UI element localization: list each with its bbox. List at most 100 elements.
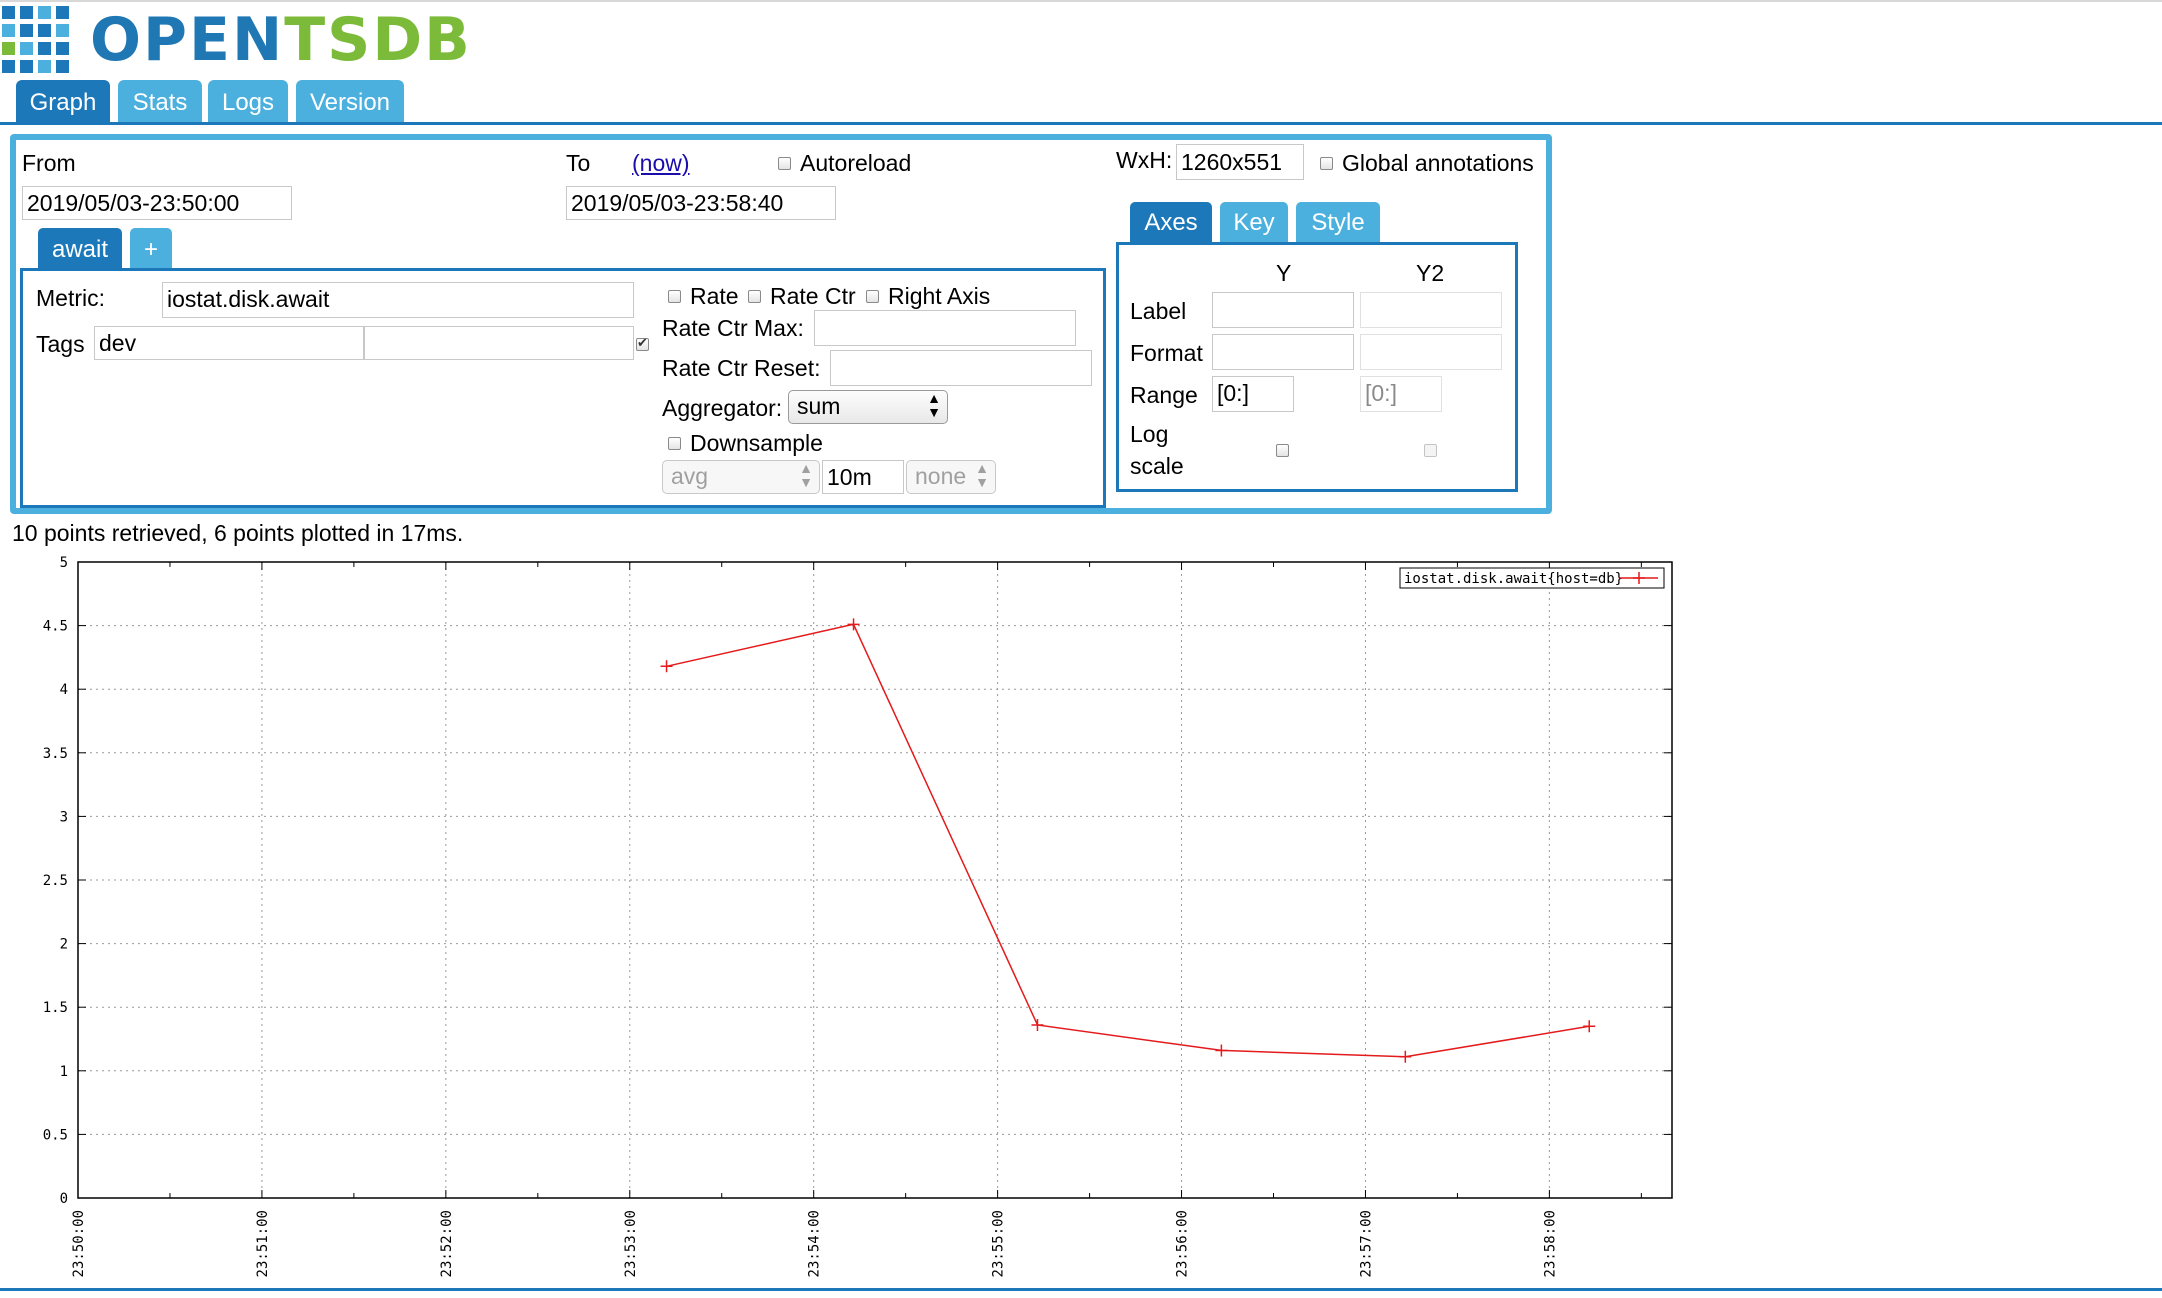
series-layer: [660, 618, 1596, 1063]
x-tick-label: 23:54:00: [807, 1210, 823, 1277]
tag-group-checkbox[interactable]: [636, 335, 649, 351]
metric-label: Metric:: [36, 285, 105, 311]
y2-label-field[interactable]: [1360, 292, 1502, 328]
x-tick-label: 23:58:00: [1542, 1210, 1558, 1277]
downsample-checkbox[interactable]: [668, 437, 681, 450]
y-log-scale-checkbox[interactable]: [1276, 444, 1289, 457]
y-range-field[interactable]: [0:]: [1212, 376, 1294, 412]
logo-tsdb: TSDB: [284, 5, 472, 75]
metric-tab-await[interactable]: await: [38, 228, 122, 270]
y-tick-label: 4.5: [43, 619, 68, 635]
now-link[interactable]: (now): [632, 149, 690, 177]
y2-axis-header: Y2: [1416, 260, 1445, 286]
opentsdb-logo-text: OPENTSDB: [90, 8, 472, 72]
autoreload-checkbox[interactable]: [778, 157, 791, 170]
rate-ctr-reset-label: Rate Ctr Reset:: [662, 355, 821, 381]
y-tick-label: 0: [60, 1191, 68, 1207]
rate-checkbox[interactable]: [668, 290, 681, 303]
tab-graph[interactable]: Graph: [16, 80, 110, 124]
y2-range-field[interactable]: [0:]: [1360, 376, 1442, 412]
x-tick-label: 23:57:00: [1358, 1210, 1374, 1277]
data-point: [660, 660, 673, 673]
autoreload-label: Autoreload: [800, 150, 912, 176]
aggregator-select[interactable]: sum ▲ ▼: [788, 390, 948, 424]
y-tick-label: 5: [60, 555, 68, 571]
axis-format-label: Format: [1130, 340, 1203, 366]
opentsdb-logo-icon: [2, 6, 69, 73]
top-border: [0, 0, 2162, 2]
downsample-interval-field[interactable]: 10m: [822, 460, 904, 494]
x-tick-label: 23:52:00: [439, 1210, 455, 1277]
downsample-aggregator-select[interactable]: avg ▲ ▼: [662, 460, 820, 494]
data-point: [1583, 1020, 1596, 1033]
y-label-field[interactable]: [1212, 292, 1354, 328]
status-text: 10 points retrieved, 6 points plotted in…: [12, 520, 464, 546]
y2-log-scale-checkbox[interactable]: [1424, 444, 1437, 457]
y-tick-label: 2: [60, 937, 68, 953]
tags-label: Tags: [36, 331, 85, 357]
rate-ctr-label: Rate Ctr: [770, 283, 856, 309]
y-tick-label: 0.5: [43, 1127, 68, 1143]
from-field[interactable]: 2019/05/03-23:50:00: [22, 186, 292, 220]
x-tick-label: 23:55:00: [991, 1210, 1007, 1277]
right-axis-checkbox[interactable]: [866, 290, 879, 303]
rate-ctr-max-label: Rate Ctr Max:: [662, 315, 804, 341]
to-label: To: [566, 150, 591, 176]
y-tick-label: 1.5: [43, 1000, 68, 1016]
rate-ctr-reset-field[interactable]: [830, 350, 1092, 386]
global-annotations-checkbox[interactable]: [1320, 157, 1333, 170]
y-axis-ticks: 0 0.5 1 1.5 2 2.5 3 3.5 4 4.5 5: [43, 555, 1672, 1207]
log-label-line2: scale: [1130, 453, 1184, 479]
tag-key-field[interactable]: dev: [94, 326, 364, 360]
graph-chart: 00.511.522.533.544.55 23:50:00 23:51:00 23…: [43, 555, 1673, 1277]
chart-legend: iostat.disk.await{host=db}: [1399, 567, 1665, 589]
tab-axes[interactable]: Axes: [1130, 202, 1212, 244]
plot-frame: [77, 561, 1673, 1199]
aggregator-value: sum: [797, 393, 841, 419]
y-format-field[interactable]: [1212, 334, 1354, 370]
data-point: [1031, 1019, 1044, 1032]
x-tick-label: 23:56:00: [1175, 1210, 1191, 1277]
tab-version[interactable]: Version: [296, 80, 404, 124]
select-arrows-icon: ▲ ▼: [799, 460, 813, 490]
logo-open: OPEN: [90, 5, 285, 75]
downsample-fill-value: none: [915, 463, 967, 489]
tag-value-field[interactable]: [364, 326, 634, 360]
right-axis-label: Right Axis: [888, 283, 991, 309]
x-tick-label: 23:53:00: [623, 1210, 639, 1277]
downsample-aggregator-value: avg: [671, 463, 709, 489]
x-tick-label: 23:50:00: [71, 1210, 87, 1277]
aggregator-label: Aggregator:: [662, 395, 783, 421]
y-tick-label: 3.5: [43, 746, 68, 762]
tab-rule: [0, 122, 2162, 125]
tab-logs[interactable]: Logs: [208, 80, 288, 124]
axis-range-label: Range: [1130, 382, 1198, 408]
data-point: [1215, 1044, 1228, 1057]
chart-grid: [78, 562, 1672, 1198]
log-label-line1: Log: [1130, 421, 1169, 447]
y2-format-field[interactable]: [1360, 334, 1502, 370]
downsample-fill-select[interactable]: none ▲ ▼: [906, 460, 996, 494]
bottom-rule: [0, 1288, 2162, 1291]
from-label: From: [22, 150, 76, 176]
tab-key[interactable]: Key: [1220, 202, 1288, 244]
y-tick-label: 2.5: [43, 873, 68, 889]
tab-stats[interactable]: Stats: [118, 80, 202, 124]
tab-style[interactable]: Style: [1296, 202, 1380, 244]
rate-ctr-checkbox[interactable]: [748, 290, 761, 303]
rate-ctr-max-field[interactable]: [814, 310, 1076, 346]
add-metric-tab[interactable]: +: [130, 228, 172, 270]
y-axis-header: Y: [1276, 260, 1292, 286]
metric-field[interactable]: iostat.disk.await: [162, 282, 634, 318]
rate-label: Rate: [690, 283, 739, 309]
data-point: [847, 618, 860, 631]
y-tick-label: 1: [60, 1064, 68, 1080]
x-tick-label: 23:51:00: [255, 1210, 271, 1277]
downsample-label: Downsample: [690, 430, 823, 456]
to-field[interactable]: 2019/05/03-23:58:40: [566, 186, 836, 220]
y-tick-label: 3: [60, 809, 68, 825]
legend-label: iostat.disk.await{host=db}: [1404, 571, 1623, 587]
wxh-field[interactable]: 1260x551: [1176, 144, 1304, 180]
global-annotations-label: Global annotations: [1342, 150, 1534, 176]
wxh-label: WxH:: [1116, 147, 1173, 173]
